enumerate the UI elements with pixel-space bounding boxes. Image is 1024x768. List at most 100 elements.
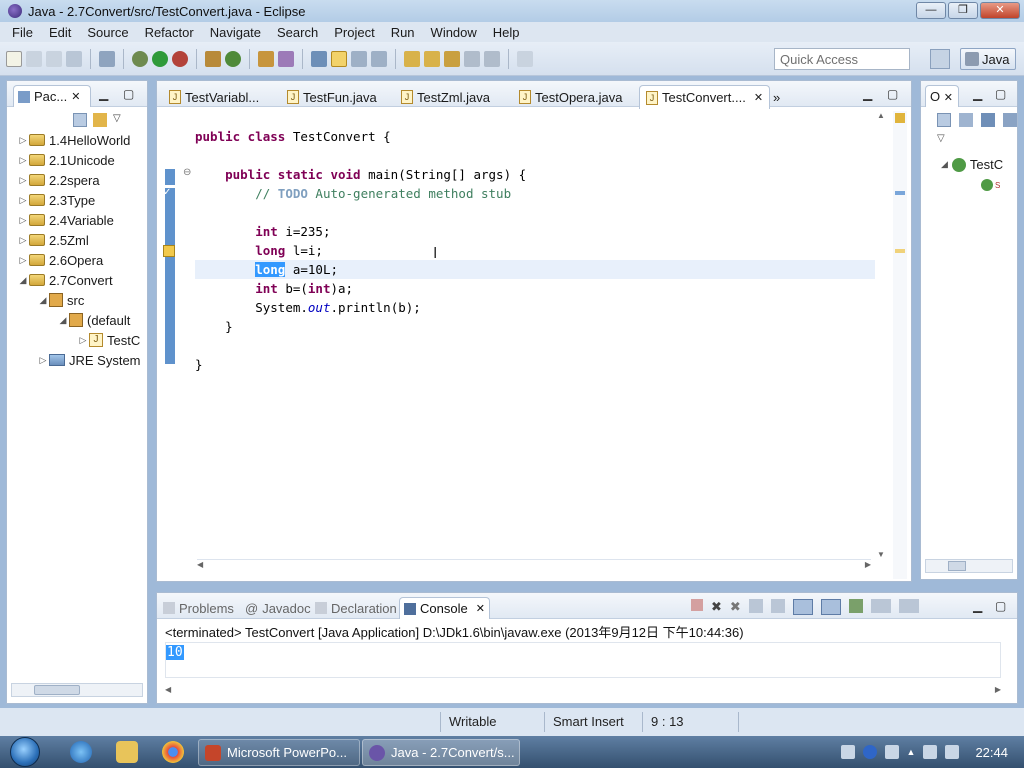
editor-vertical-scrollbar[interactable]: ▲ ▼ bbox=[877, 111, 889, 559]
pin-console-icon[interactable] bbox=[848, 599, 863, 613]
network-icon[interactable] bbox=[884, 745, 899, 759]
editor-tab-testzml[interactable]: J TestZml.java bbox=[395, 85, 496, 109]
java-perspective-button[interactable]: Java bbox=[960, 48, 1016, 70]
scrollbar-thumb[interactable] bbox=[948, 561, 966, 571]
keyboard-icon[interactable] bbox=[840, 745, 855, 759]
new-class-icon[interactable] bbox=[225, 50, 241, 67]
overview-occurrence-marker[interactable] bbox=[895, 249, 905, 253]
package-explorer-scrollbar[interactable] bbox=[11, 683, 143, 697]
maximize-button[interactable]: ❐ bbox=[948, 2, 978, 19]
overview-ruler[interactable] bbox=[893, 111, 907, 579]
menu-source[interactable]: Source bbox=[79, 25, 136, 40]
chrome-icon[interactable] bbox=[162, 741, 184, 763]
view-menu-icon[interactable]: ▽ bbox=[937, 133, 945, 144]
toggle-mark-occurrences-icon[interactable] bbox=[311, 50, 327, 67]
more-tabs-button[interactable]: » bbox=[767, 85, 786, 109]
task-marker-icon[interactable]: ✓ bbox=[163, 187, 171, 198]
minimize-view-icon[interactable]: ▁ bbox=[973, 87, 982, 101]
clear-console-icon[interactable] bbox=[748, 599, 763, 613]
editor-tab-testconvert[interactable]: J TestConvert.... ✕ bbox=[639, 85, 771, 109]
editor-tab-testvariable[interactable]: J TestVariabl... bbox=[163, 85, 265, 109]
new-icon[interactable] bbox=[6, 50, 22, 67]
tree-item[interactable]: ◢ (default bbox=[7, 310, 147, 330]
outline-item[interactable]: S bbox=[981, 179, 1000, 191]
close-button[interactable]: ✕ bbox=[980, 2, 1020, 19]
overview-warning-marker[interactable] bbox=[895, 113, 905, 123]
scroll-left-icon[interactable]: ◀ bbox=[165, 685, 171, 694]
menu-run[interactable]: Run bbox=[383, 25, 423, 40]
overview-task-marker[interactable] bbox=[895, 191, 905, 195]
tab-outline[interactable]: O ✕ bbox=[925, 85, 959, 107]
save-all-icon[interactable] bbox=[46, 50, 62, 67]
tree-item[interactable]: ▷ 2.3Type bbox=[7, 190, 147, 210]
display-console-icon[interactable] bbox=[870, 599, 891, 613]
collapse-all-icon[interactable] bbox=[937, 113, 951, 127]
block-selection-icon[interactable] bbox=[351, 50, 367, 67]
menu-search[interactable]: Search bbox=[269, 25, 326, 40]
scroll-up-icon[interactable]: ▲ bbox=[877, 111, 885, 120]
show-hidden-icons-icon[interactable]: ▲ bbox=[907, 747, 916, 757]
show-stderr-icon[interactable] bbox=[820, 599, 841, 615]
warning-marker-icon[interactable] bbox=[163, 245, 175, 257]
run-icon[interactable] bbox=[152, 50, 168, 67]
previous-annotation-icon[interactable] bbox=[424, 50, 440, 67]
collapse-icon[interactable]: ◢ bbox=[57, 315, 69, 326]
menu-navigate[interactable]: Navigate bbox=[202, 25, 269, 40]
expand-icon[interactable]: ▷ bbox=[17, 195, 29, 206]
expand-icon[interactable]: ▷ bbox=[17, 135, 29, 146]
menu-refactor[interactable]: Refactor bbox=[137, 25, 202, 40]
taskbar-powerpoint[interactable]: Microsoft PowerPo... bbox=[198, 739, 360, 766]
tree-item[interactable]: ▷ 2.6Opera bbox=[7, 250, 147, 270]
highlight-icon[interactable] bbox=[331, 50, 347, 67]
hide-static-icon[interactable] bbox=[1003, 113, 1017, 127]
taskbar-clock[interactable]: 22:44 bbox=[975, 745, 1008, 760]
pin-editor-icon[interactable] bbox=[517, 50, 533, 67]
new-java-project-icon[interactable] bbox=[205, 50, 221, 67]
open-perspective-icon[interactable] bbox=[930, 49, 950, 69]
file-explorer-icon[interactable] bbox=[116, 741, 138, 763]
taskbar-eclipse[interactable]: Java - 2.7Convert/s... bbox=[362, 739, 520, 766]
terminate-icon[interactable] bbox=[691, 599, 703, 611]
back-icon[interactable] bbox=[464, 50, 480, 67]
maximize-view-icon[interactable]: ▢ bbox=[123, 87, 134, 101]
next-annotation-icon[interactable] bbox=[404, 50, 420, 67]
minimize-button[interactable]: — bbox=[916, 2, 946, 19]
outline-scrollbar[interactable] bbox=[925, 559, 1013, 573]
menu-window[interactable]: Window bbox=[423, 25, 485, 40]
editor-tab-testopera[interactable]: J TestOpera.java bbox=[513, 85, 628, 109]
quick-access-input[interactable]: Quick Access bbox=[774, 48, 910, 70]
maximize-view-icon[interactable]: ▢ bbox=[887, 87, 898, 101]
link-with-editor-icon[interactable] bbox=[93, 113, 107, 127]
tab-close-icon[interactable]: ✕ bbox=[754, 91, 763, 104]
expand-icon[interactable]: ▷ bbox=[77, 335, 89, 346]
tab-javadoc[interactable]: @ Javadoc bbox=[241, 597, 315, 619]
volume-icon[interactable] bbox=[945, 745, 960, 759]
tree-item[interactable]: ▷ J TestC bbox=[7, 330, 147, 350]
scroll-right-icon[interactable]: ▶ bbox=[865, 560, 871, 569]
scroll-left-icon[interactable]: ◀ bbox=[197, 560, 203, 569]
tree-item[interactable]: ◢ 2.7Convert bbox=[7, 270, 147, 290]
editor-tab-testfun[interactable]: J TestFun.java bbox=[281, 85, 383, 109]
remove-all-terminated-icon[interactable]: ✖ bbox=[730, 599, 741, 615]
tree-item[interactable]: ▷ 1.4HelloWorld bbox=[7, 130, 147, 150]
tab-close-icon[interactable]: ✕ bbox=[71, 90, 80, 103]
expand-icon[interactable]: ▷ bbox=[17, 215, 29, 226]
menu-file[interactable]: File bbox=[4, 25, 41, 40]
sort-icon[interactable] bbox=[959, 113, 973, 127]
expand-icon[interactable]: ▷ bbox=[17, 155, 29, 166]
scrollbar-thumb[interactable] bbox=[34, 685, 80, 695]
show-stdout-icon[interactable] bbox=[792, 599, 813, 615]
debug-icon[interactable] bbox=[132, 50, 148, 67]
tab-close-icon[interactable]: ✕ bbox=[944, 92, 953, 104]
tab-package-explorer[interactable]: Pac... ✕ bbox=[13, 85, 91, 107]
scroll-right-icon[interactable]: ▶ bbox=[995, 685, 1001, 694]
maximize-view-icon[interactable]: ▢ bbox=[995, 599, 1006, 613]
collapse-all-icon[interactable] bbox=[73, 113, 87, 127]
tree-item[interactable]: ▷ 2.5Zml bbox=[7, 230, 147, 250]
collapse-icon[interactable]: ◢ bbox=[941, 159, 948, 170]
view-menu-icon[interactable]: ▽ bbox=[113, 113, 121, 127]
expand-icon[interactable]: ▷ bbox=[37, 355, 49, 366]
tree-item[interactable]: ▷ JRE System bbox=[7, 350, 147, 370]
tab-problems[interactable]: Problems bbox=[159, 597, 238, 619]
expand-icon[interactable]: ▷ bbox=[17, 175, 29, 186]
